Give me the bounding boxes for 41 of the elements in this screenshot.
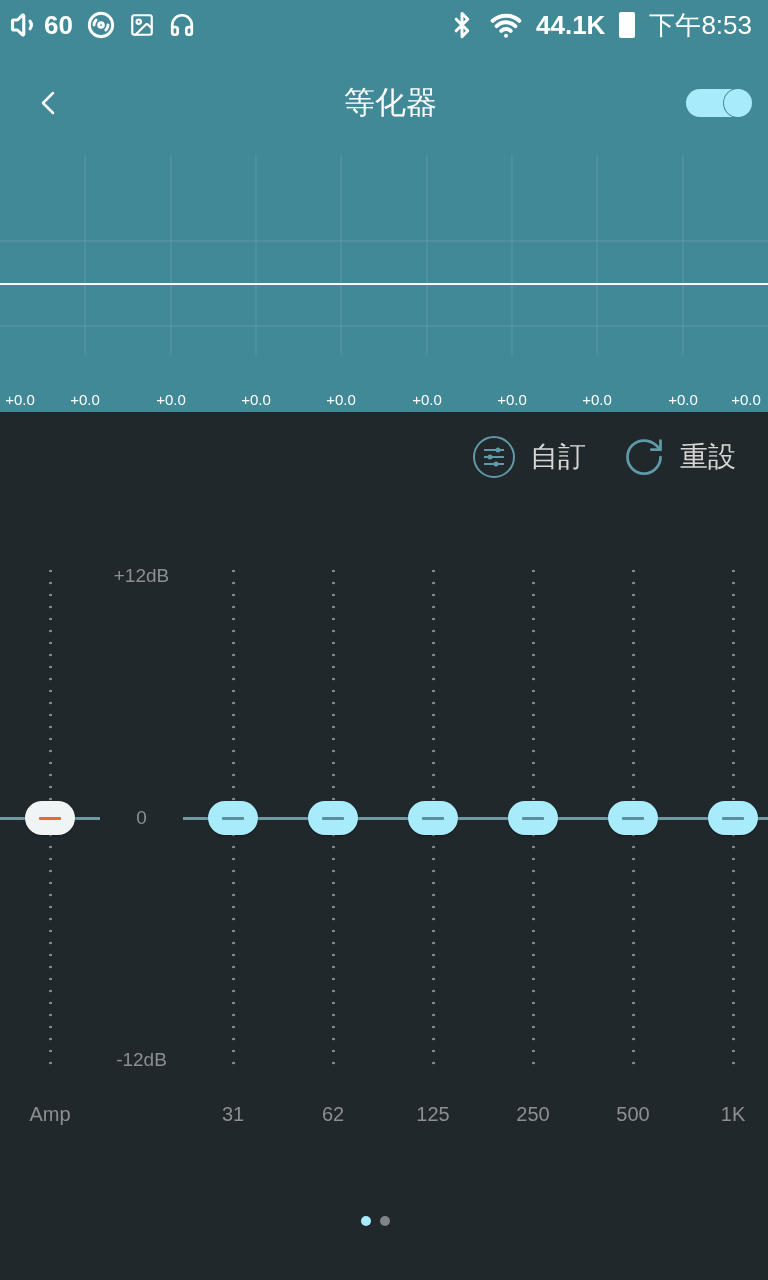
custom-button[interactable]: 自訂 [472, 435, 586, 479]
headphones-icon [168, 12, 195, 38]
scale-label: +12dB [113, 565, 170, 587]
gain-value: +0.0 [241, 391, 271, 408]
gain-value: +0.0 [5, 391, 35, 408]
scale-label: 0 [136, 807, 147, 829]
band-label: 62 [321, 1103, 345, 1126]
reset-button[interactable]: 重設 [622, 435, 736, 479]
gain-value: +0.0 [497, 391, 527, 408]
battery-icon [619, 12, 636, 38]
scale-label: -12dB [116, 1049, 167, 1071]
gain-value: +0.0 [326, 391, 356, 408]
gain-value: +0.0 [412, 391, 442, 408]
page-dot[interactable] [360, 1216, 371, 1226]
slider-thumb[interactable] [308, 801, 358, 835]
gain-value: +0.0 [156, 391, 186, 408]
gain-value: +0.0 [582, 391, 612, 408]
page-dot[interactable] [379, 1216, 390, 1226]
slider-thumb[interactable] [508, 801, 558, 835]
equalizer-switch[interactable] [686, 88, 752, 117]
band-label: 500 [616, 1103, 650, 1126]
slider-thumb[interactable] [25, 801, 75, 835]
slider-thumb[interactable] [708, 801, 758, 835]
page-title: 等化器 [343, 83, 437, 122]
band-label: 31 [221, 1103, 245, 1126]
slider-thumb[interactable] [208, 801, 258, 835]
gain-value: +0.0 [70, 391, 100, 408]
gain-value: +0.0 [668, 391, 698, 408]
band-label: 250 [516, 1103, 550, 1126]
slider-thumb[interactable] [408, 801, 458, 835]
gain-value: +0.0 [731, 391, 761, 408]
clock: 下午8:53 [649, 8, 752, 42]
disc-icon [86, 11, 115, 39]
band-label: 125 [416, 1103, 450, 1126]
band-label: 1K [720, 1103, 746, 1126]
sample-rate: 44.1K [536, 9, 606, 41]
band-label: Amp [29, 1103, 71, 1126]
sliders-icon [472, 435, 516, 479]
image-icon [128, 12, 155, 38]
volume-level: 60 [44, 9, 73, 41]
slider-thumb[interactable] [608, 801, 658, 835]
